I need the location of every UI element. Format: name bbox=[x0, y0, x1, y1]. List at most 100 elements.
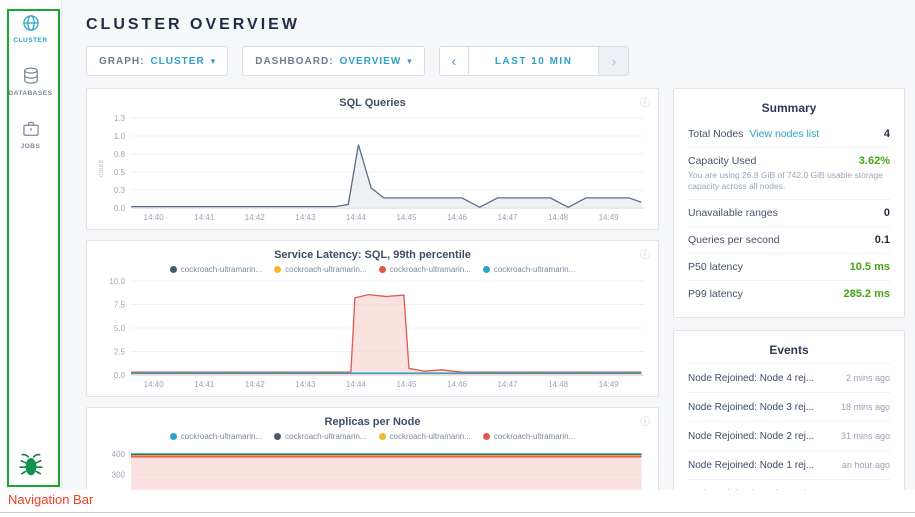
svg-text:14:40: 14:40 bbox=[144, 213, 165, 222]
summary-row-p50-latency: P50 latency 10.5 ms bbox=[688, 253, 890, 280]
svg-text:0.0: 0.0 bbox=[114, 204, 126, 213]
event-row[interactable]: Node Rejoined: Node 2 rej... 31 mins ago bbox=[688, 421, 890, 450]
summary-row-capacity-used: Capacity Used 3.62% You are using 26.8 G… bbox=[688, 147, 890, 199]
databases-icon bbox=[21, 66, 41, 86]
summary-value: 285.2 ms bbox=[844, 288, 890, 300]
legend-item[interactable]: cockroach-ultramarin... bbox=[483, 432, 575, 441]
app-root: CLUSTER DATABASES bbox=[0, 0, 915, 517]
event-time: an hour ago bbox=[842, 460, 890, 470]
svg-text:14:46: 14:46 bbox=[447, 213, 468, 222]
view-nodes-link[interactable]: View nodes list bbox=[749, 128, 819, 140]
time-next-button[interactable]: › bbox=[599, 46, 629, 76]
chart-title: Service Latency: SQL, 99th percentile bbox=[95, 249, 650, 261]
svg-text:0.8: 0.8 bbox=[114, 150, 126, 159]
svg-text:14:42: 14:42 bbox=[245, 213, 266, 222]
svg-text:0.3: 0.3 bbox=[114, 186, 126, 195]
svg-text:14:43: 14:43 bbox=[295, 380, 316, 389]
toolbar: GRAPH: CLUSTER ▾ DASHBOARD: OVERVIEW ▾ ‹… bbox=[86, 46, 905, 76]
sql-queries-plot[interactable]: 0.00.30.50.81.01.314:4014:4114:4214:4314… bbox=[95, 113, 650, 225]
summary-label: Total Nodes bbox=[688, 128, 743, 140]
legend-dot-icon bbox=[274, 433, 281, 440]
event-text: Node Rejoined: Node 3 rej... bbox=[688, 402, 833, 413]
sidebar-item-databases[interactable]: DATABASES bbox=[0, 53, 61, 106]
sidebar-item-label: DATABASES bbox=[9, 90, 53, 97]
service-latency-plot[interactable]: 0.02.55.07.510.014:4014:4114:4214:4314:4… bbox=[95, 276, 650, 392]
chart-service-latency: Service Latency: SQL, 99th percentile ⓘ … bbox=[86, 240, 659, 397]
svg-text:14:43: 14:43 bbox=[295, 213, 316, 222]
cockroachdb-logo-icon[interactable] bbox=[0, 452, 62, 478]
svg-text:1.3: 1.3 bbox=[114, 114, 126, 123]
legend-item[interactable]: cockroach-ultramarin... bbox=[483, 265, 575, 274]
time-range-label[interactable]: LAST 10 MIN bbox=[469, 46, 600, 76]
svg-text:5.0: 5.0 bbox=[114, 324, 126, 333]
chart-replicas-per-node: Replicas per Node ⓘ cockroach-ultramarin… bbox=[86, 407, 659, 490]
svg-text:14:44: 14:44 bbox=[346, 213, 367, 222]
summary-row-queries-per-second: Queries per second 0.1 bbox=[688, 226, 890, 253]
sidebar-item-cluster[interactable]: CLUSTER bbox=[0, 0, 61, 53]
divider bbox=[0, 512, 915, 513]
legend-dot-icon bbox=[483, 266, 490, 273]
legend-dot-icon bbox=[483, 433, 490, 440]
summary-row-total-nodes: Total Nodes View nodes list 4 bbox=[688, 121, 890, 147]
jobs-icon bbox=[21, 119, 41, 139]
content-area: SQL Queries ⓘ 0.00.30.50.81.01.314:4014:… bbox=[86, 88, 905, 490]
capacity-caption: You are using 26.8 GiB of 742.0 GiB usab… bbox=[688, 170, 890, 192]
chart-title: SQL Queries bbox=[95, 97, 650, 109]
event-time: 18 mins ago bbox=[841, 402, 890, 412]
legend-item[interactable]: cockroach-ultramarin... bbox=[379, 265, 471, 274]
replicas-per-node-plot[interactable]: 010020030040014:4014:4114:4214:4314:4414… bbox=[95, 443, 650, 490]
legend-dot-icon bbox=[170, 266, 177, 273]
right-column: Summary Total Nodes View nodes list 4 Ca… bbox=[673, 88, 905, 490]
charts-column: SQL Queries ⓘ 0.00.30.50.81.01.314:4014:… bbox=[86, 88, 659, 490]
legend-dot-icon bbox=[274, 266, 281, 273]
event-row[interactable]: Node Rejoined: Node 1 rej... an hour ago bbox=[688, 450, 890, 479]
summary-label: P99 latency bbox=[688, 288, 743, 300]
chart-sql-queries: SQL Queries ⓘ 0.00.30.50.81.01.314:4014:… bbox=[86, 88, 659, 230]
svg-text:14:49: 14:49 bbox=[599, 213, 620, 222]
event-row[interactable]: Node Rejoined: Node 4 rej... 2 mins ago bbox=[688, 363, 890, 392]
event-row[interactable]: Node Rejoined: Node 4 rej... an hour ago bbox=[688, 479, 890, 490]
legend-dot-icon bbox=[170, 433, 177, 440]
sidebar-item-label: CLUSTER bbox=[13, 37, 47, 44]
cluster-icon bbox=[21, 13, 41, 33]
sidebar-item-jobs[interactable]: JOBS bbox=[0, 106, 61, 159]
events-panel: Events Node Rejoined: Node 4 rej... 2 mi… bbox=[673, 330, 905, 490]
chevron-down-icon: ▾ bbox=[211, 56, 216, 67]
legend-item[interactable]: cockroach-ultramarin... bbox=[170, 265, 262, 274]
legend-item[interactable]: cockroach-ultramarin... bbox=[274, 265, 366, 274]
svg-text:14:48: 14:48 bbox=[548, 213, 569, 222]
page-title: CLUSTER OVERVIEW bbox=[86, 16, 905, 34]
summary-value: 0.1 bbox=[875, 234, 890, 246]
legend-item[interactable]: cockroach-ultramarin... bbox=[170, 432, 262, 441]
time-range-selector: ‹ LAST 10 MIN › bbox=[439, 46, 630, 76]
time-prev-button[interactable]: ‹ bbox=[439, 46, 469, 76]
svg-text:7.5: 7.5 bbox=[114, 301, 126, 310]
graph-dropdown[interactable]: GRAPH: CLUSTER ▾ bbox=[86, 46, 228, 76]
summary-label: Queries per second bbox=[688, 234, 780, 246]
info-icon[interactable]: ⓘ bbox=[640, 246, 650, 261]
svg-text:14:42: 14:42 bbox=[245, 380, 266, 389]
summary-value: 4 bbox=[884, 128, 890, 140]
sidebar-item-label: JOBS bbox=[21, 143, 41, 150]
summary-row-p99-latency: P99 latency 285.2 ms bbox=[688, 280, 890, 307]
dashboard-dropdown[interactable]: DASHBOARD: OVERVIEW ▾ bbox=[242, 46, 425, 76]
svg-text:1.0: 1.0 bbox=[114, 132, 126, 141]
dashboard-dropdown-value: OVERVIEW bbox=[340, 56, 402, 67]
info-icon[interactable]: ⓘ bbox=[640, 94, 650, 109]
svg-text:300: 300 bbox=[112, 471, 126, 480]
event-text: Node Rejoined: Node 4 rej... bbox=[688, 373, 838, 384]
legend-item[interactable]: cockroach-ultramarin... bbox=[379, 432, 471, 441]
event-row[interactable]: Node Rejoined: Node 3 rej... 18 mins ago bbox=[688, 392, 890, 421]
svg-text:14:44: 14:44 bbox=[346, 380, 367, 389]
legend-dot-icon bbox=[379, 266, 386, 273]
events-title: Events bbox=[688, 339, 890, 363]
svg-text:0.0: 0.0 bbox=[114, 371, 126, 380]
graph-dropdown-value: CLUSTER bbox=[150, 56, 204, 67]
screenshot-area: CLUSTER DATABASES bbox=[0, 0, 915, 490]
info-icon[interactable]: ⓘ bbox=[640, 413, 650, 428]
svg-text:14:45: 14:45 bbox=[396, 380, 417, 389]
svg-text:14:47: 14:47 bbox=[497, 213, 518, 222]
svg-text:10.0: 10.0 bbox=[109, 277, 125, 286]
summary-value: 0 bbox=[884, 207, 890, 219]
legend-item[interactable]: cockroach-ultramarin... bbox=[274, 432, 366, 441]
